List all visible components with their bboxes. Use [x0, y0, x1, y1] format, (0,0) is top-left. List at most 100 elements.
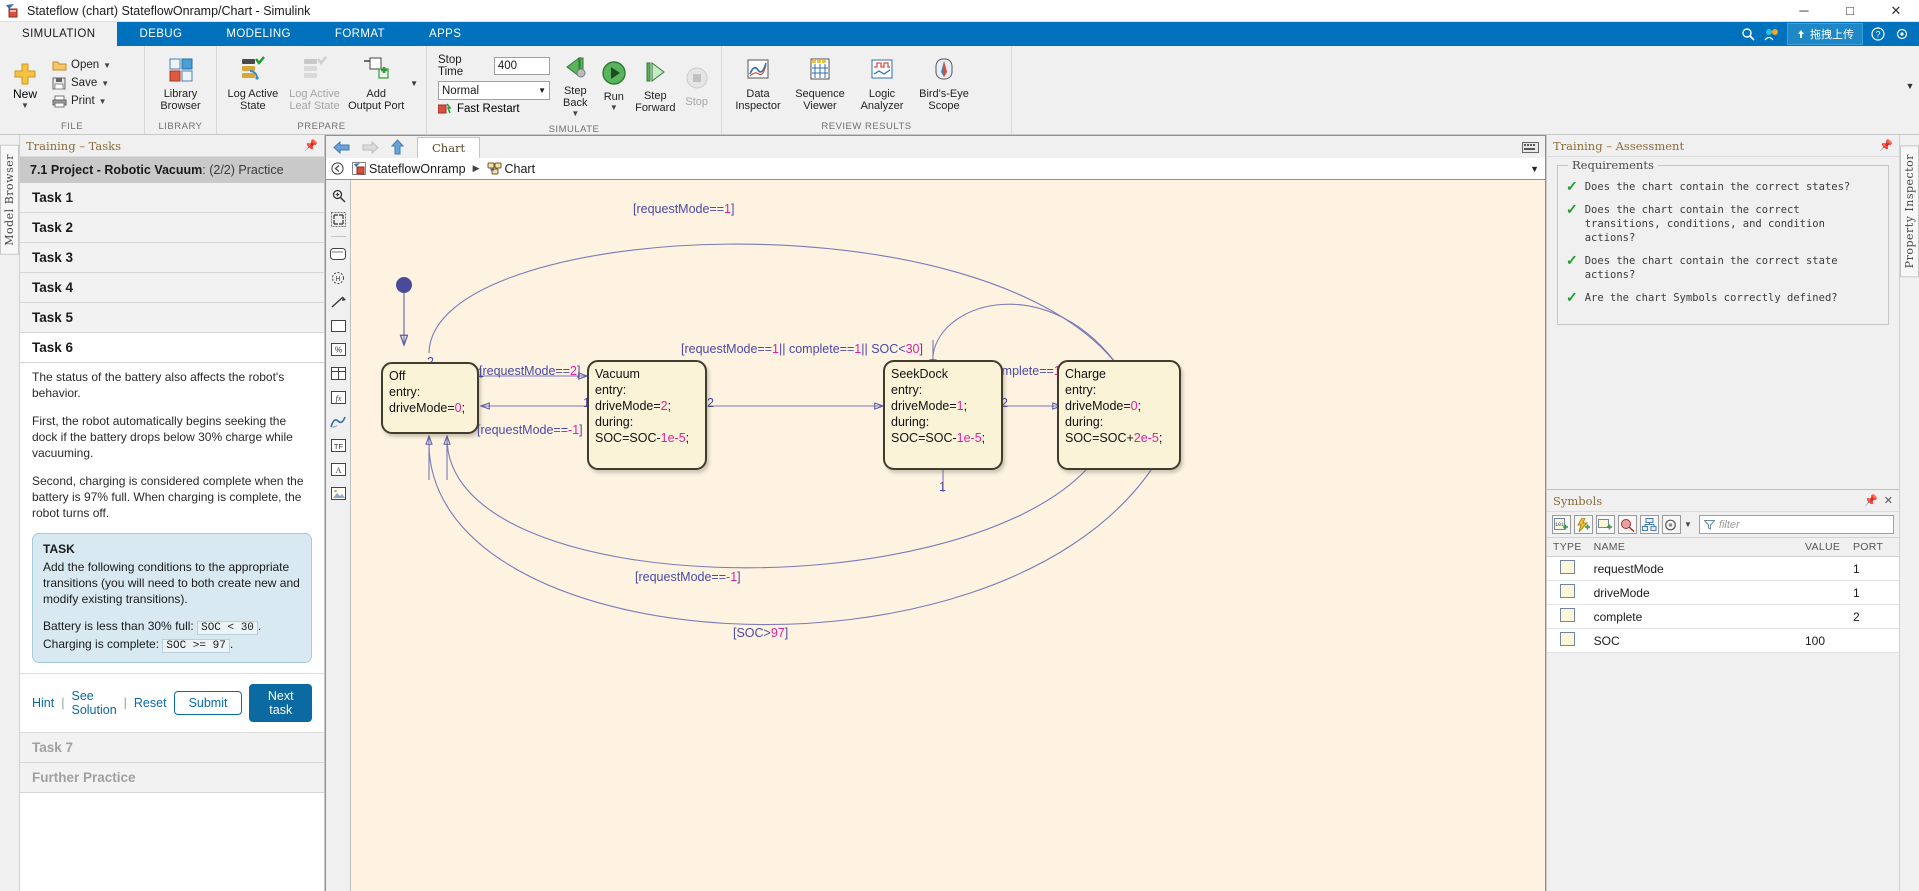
step-back-caret-icon[interactable]: ▼ [571, 109, 579, 118]
close-icon[interactable]: ✕ [1884, 494, 1893, 507]
task-row-5[interactable]: Task 5 [20, 303, 324, 333]
breadcrumb-caret-icon[interactable]: ▼ [1530, 164, 1539, 174]
search-icon[interactable] [1739, 25, 1757, 43]
print-caret-icon[interactable]: ▼ [99, 97, 107, 106]
graphical-function-icon[interactable]: % [329, 340, 348, 359]
history-junction-icon[interactable]: H [329, 268, 348, 287]
submit-button[interactable]: Submit [173, 691, 243, 715]
row-name-2[interactable]: driveMode [1587, 580, 1799, 605]
minimize-button[interactable]: ─ [1781, 0, 1827, 21]
truth-table-icon[interactable] [329, 364, 348, 383]
column-type[interactable]: TYPE [1547, 538, 1588, 557]
column-name[interactable]: NAME [1587, 538, 1799, 557]
row-name-4[interactable]: SOC [1587, 628, 1799, 653]
sim-mode-select[interactable]: Normal ▼ [438, 81, 550, 100]
task-row-4[interactable]: Task 4 [20, 273, 324, 303]
row-value-4[interactable]: 100 [1799, 628, 1847, 653]
tab-modeling[interactable]: MODELING [204, 22, 313, 46]
gear-icon[interactable] [1893, 25, 1911, 43]
column-port[interactable]: PORT [1847, 538, 1899, 557]
stop-time-input[interactable]: 400 [493, 57, 550, 75]
back-arrow-icon[interactable] [330, 140, 353, 155]
add-event-icon[interactable] [1574, 515, 1593, 534]
matlab-function-icon[interactable]: fx [329, 388, 348, 407]
resolve-undefined-icon[interactable] [1618, 515, 1637, 534]
stop-button[interactable]: Stop [677, 59, 716, 111]
row-port-4[interactable] [1847, 628, 1899, 653]
add-data-icon[interactable]: 101 [1552, 515, 1571, 534]
row-port-1[interactable]: 1 [1847, 556, 1899, 581]
upload-button[interactable]: 拖拽上传 [1787, 23, 1863, 45]
row-value-2[interactable] [1799, 580, 1847, 605]
print-button[interactable]: Print ▼ [48, 93, 114, 110]
run-caret-icon[interactable]: ▼ [610, 103, 618, 112]
tab-debug[interactable]: DEBUG [117, 22, 204, 46]
simulink-function-icon[interactable] [329, 412, 348, 431]
log-active-state-button[interactable]: Log Active State [222, 51, 284, 115]
state-off[interactable]: Off entry: driveMode=0; [381, 362, 479, 434]
add-output-port-button[interactable]: Add Output Port [345, 51, 407, 115]
log-active-leaf-state-button[interactable]: Log Active Leaf State [284, 51, 346, 115]
zoom-in-icon[interactable] [329, 186, 348, 205]
state-vacuum[interactable]: Vacuum entry: driveMode=2; during: SOC=S… [587, 360, 707, 470]
breadcrumb-item-chart[interactable]: Chart [487, 162, 535, 176]
fit-to-view-icon[interactable] [329, 210, 348, 229]
community-icon[interactable] [1763, 25, 1781, 43]
row-name-3[interactable]: complete [1587, 604, 1799, 629]
box-icon[interactable] [329, 316, 348, 335]
pin-icon[interactable]: 📌 [304, 139, 318, 152]
symbol-options-icon[interactable] [1662, 515, 1681, 534]
transition-icon[interactable] [329, 292, 348, 311]
annotation-icon[interactable]: A [329, 460, 348, 479]
fast-restart-toggle[interactable]: Fast Restart [438, 103, 550, 115]
close-button[interactable]: ✕ [1873, 0, 1919, 21]
row-port-2[interactable]: 1 [1847, 580, 1899, 605]
step-forward-button[interactable]: Step Forward [633, 53, 677, 117]
add-message-icon[interactable] [1596, 515, 1615, 534]
open-caret-icon[interactable]: ▼ [103, 61, 111, 70]
tab-simulation[interactable]: SIMULATION [0, 22, 118, 46]
pin-icon[interactable]: 📌 [1879, 139, 1893, 152]
table-row[interactable]: driveMode 1 [1547, 580, 1899, 605]
state-seekdock[interactable]: SeekDock entry: driveMode=1; during: SOC… [883, 360, 1003, 470]
row-value-3[interactable] [1799, 604, 1847, 629]
run-button[interactable]: Run ▼ [595, 54, 634, 115]
state-charge[interactable]: Charge entry: driveMode=0; during: SOC=S… [1057, 360, 1181, 470]
next-task-button[interactable]: Next task [249, 684, 312, 722]
new-button[interactable]: New ▼ [5, 57, 45, 110]
save-caret-icon[interactable]: ▼ [101, 79, 109, 88]
breadcrumb-back-icon[interactable] [330, 161, 345, 176]
symbol-options-caret-icon[interactable]: ▼ [1684, 520, 1692, 529]
logic-analyzer-button[interactable]: Logic Analyzer [851, 51, 913, 115]
tab-format[interactable]: FORMAT [313, 22, 407, 46]
row-value-1[interactable] [1799, 556, 1847, 581]
ribbon-overflow-icon[interactable]: ▼ [1903, 74, 1917, 98]
column-value[interactable]: VALUE [1799, 538, 1847, 557]
table-row[interactable]: complete 2 [1547, 604, 1899, 629]
task-row-3[interactable]: Task 3 [20, 243, 324, 273]
symbols-filter-input[interactable]: filter [1698, 515, 1894, 534]
forward-arrow-icon[interactable] [359, 140, 382, 155]
open-button[interactable]: Open ▼ [48, 57, 114, 74]
up-arrow-icon[interactable] [388, 139, 407, 155]
image-icon[interactable] [329, 484, 348, 503]
tab-apps[interactable]: APPS [407, 22, 483, 46]
birds-eye-scope-button[interactable]: Bird's-Eye Scope [913, 51, 975, 115]
row-name-1[interactable]: requestMode [1587, 556, 1799, 581]
simulink-state-icon[interactable]: TF [329, 436, 348, 455]
lesson-header[interactable]: 7.1 Project - Robotic Vacuum: (2/2) Prac… [20, 157, 324, 183]
maximize-button[interactable]: □ [1827, 0, 1873, 21]
breadcrumb-item-model[interactable]: StateflowOnramp [352, 162, 466, 176]
step-back-button[interactable]: Step Back ▼ [556, 48, 595, 121]
data-inspector-button[interactable]: Data Inspector [727, 51, 789, 115]
library-browser-button[interactable]: Library Browser [150, 51, 211, 115]
row-port-3[interactable]: 2 [1847, 604, 1899, 629]
table-row[interactable]: requestMode 1 [1547, 556, 1899, 581]
further-practice-row[interactable]: Further Practice [20, 763, 324, 793]
task-row-2[interactable]: Task 2 [20, 213, 324, 243]
save-button[interactable]: Save ▼ [48, 75, 114, 92]
table-row[interactable]: SOC 100 [1547, 628, 1899, 653]
sequence-viewer-button[interactable]: Sequence Viewer [789, 51, 851, 115]
prepare-expander-icon[interactable]: ▼ [407, 79, 421, 88]
task-row-7[interactable]: Task 7 [20, 733, 324, 763]
